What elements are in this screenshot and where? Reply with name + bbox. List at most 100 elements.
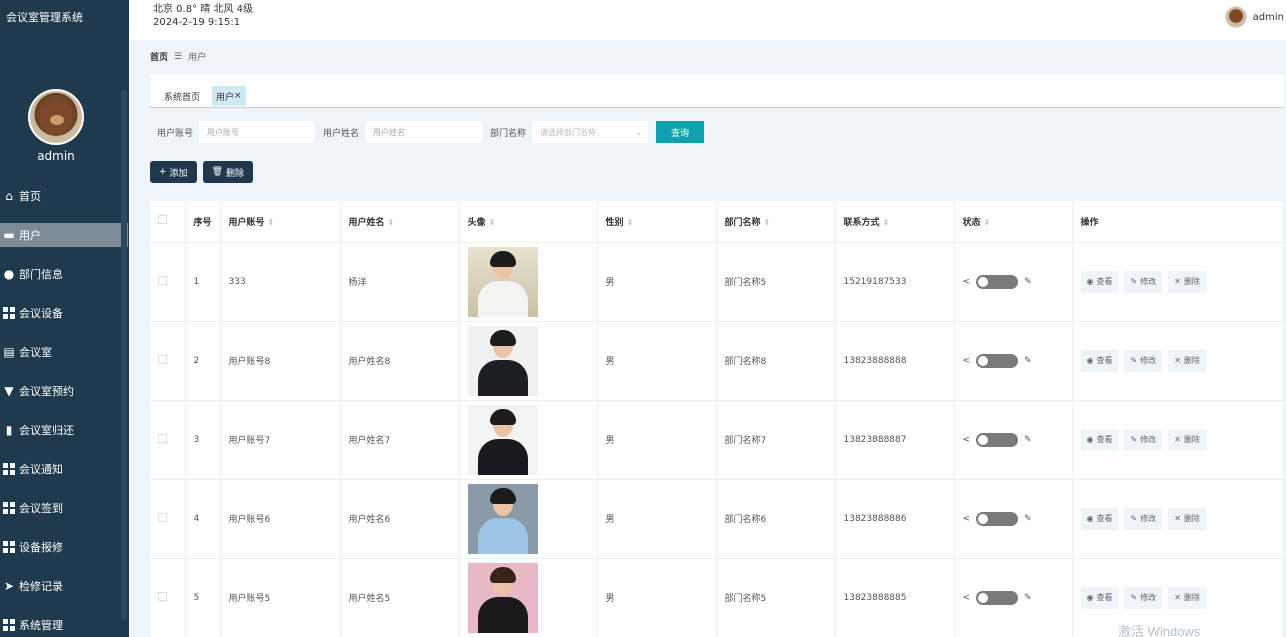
edit-icon[interactable]: ✎ xyxy=(1024,435,1032,445)
sidebar-item-department[interactable]: ● 部门信息 xyxy=(0,254,128,293)
edit-icon[interactable]: ✎ xyxy=(1024,593,1032,603)
delete-row-button[interactable]: ✕ 删除 xyxy=(1168,270,1206,293)
col-avatar[interactable]: 头像 ⇕ xyxy=(459,201,598,243)
user-menu[interactable]: admin xyxy=(1224,6,1284,28)
signpost-icon: ▼ xyxy=(4,383,14,398)
view-button[interactable]: ◉ 查看 xyxy=(1080,428,1119,451)
view-button[interactable]: ◉ 查看 xyxy=(1080,507,1119,530)
tab-home[interactable]: 系统首页 xyxy=(160,86,204,106)
col-status[interactable]: 状态 ⇕ xyxy=(954,201,1073,243)
edit-button[interactable]: ✎ 修改 xyxy=(1124,270,1163,293)
bar-chart-icon: ▮ xyxy=(5,422,13,437)
sort-icon[interactable]: ⇕ xyxy=(268,218,275,227)
avatar[interactable] xyxy=(28,89,84,145)
edit-icon[interactable]: ✎ xyxy=(1024,356,1032,366)
sort-icon[interactable]: ⇕ xyxy=(883,218,890,227)
grid-icon xyxy=(2,306,16,320)
grid-icon xyxy=(2,462,16,476)
sidebar-item-users[interactable]: ▬ 用户 xyxy=(0,223,128,247)
sidebar-item-reservation[interactable]: ▼ 会议室预约 xyxy=(0,371,128,410)
sidebar-item-meeting-equipment[interactable]: 会议设备 xyxy=(0,293,128,332)
delete-button[interactable]: 🗑 删除 xyxy=(202,161,254,183)
edit-icon: ✎ xyxy=(1130,277,1138,286)
sidebar-item-meeting-room[interactable]: ▤ 会议室 xyxy=(0,332,128,371)
delete-row-button[interactable]: ✕ 删除 xyxy=(1168,428,1206,451)
row-checkbox[interactable] xyxy=(158,512,167,522)
close-icon: ✕ xyxy=(1174,356,1181,365)
name-input[interactable]: 用户姓名 xyxy=(365,121,484,143)
user-photo[interactable] xyxy=(467,404,538,475)
tab-users[interactable]: 用户 × xyxy=(212,86,246,106)
sort-icon[interactable]: ⇕ xyxy=(764,218,771,227)
search-form: 用户账号 用户账号 用户姓名 用户姓名 部门名称 请选择部门名称 ⌄ 查询 xyxy=(150,114,1284,150)
row-checkbox[interactable] xyxy=(158,591,167,601)
row-checkbox[interactable] xyxy=(158,433,167,443)
status-toggle[interactable] xyxy=(976,590,1019,605)
edit-icon[interactable]: ✎ xyxy=(1024,514,1032,524)
col-gender[interactable]: 性别 ⇕ xyxy=(597,201,717,243)
send-icon: ➤ xyxy=(3,578,15,593)
edit-button[interactable]: ✎ 修改 xyxy=(1124,586,1163,609)
table-row: 2 用户账号8 用户姓名8 男 部门名称8 13823888888 < ✎ ◉ 查看… xyxy=(150,321,1284,401)
share-icon[interactable]: < xyxy=(963,356,971,366)
col-phone[interactable]: 联系方式 ⇕ xyxy=(835,201,955,243)
close-icon[interactable]: × xyxy=(234,91,242,101)
share-icon[interactable]: < xyxy=(963,514,971,524)
user-photo[interactable] xyxy=(467,325,538,396)
col-ops: 操作 xyxy=(1072,201,1284,243)
sidebar-scrollbar[interactable] xyxy=(121,90,127,620)
dept-select[interactable]: 请选择部门名称 ⌄ xyxy=(532,121,649,143)
view-button[interactable]: ◉ 查看 xyxy=(1080,349,1119,372)
share-icon[interactable]: < xyxy=(963,277,971,287)
view-button[interactable]: ◉ 查看 xyxy=(1080,586,1119,609)
col-account[interactable]: 用户账号 ⇕ xyxy=(220,201,341,243)
breadcrumb-home[interactable]: 首页 xyxy=(150,50,168,63)
sidebar-item-system[interactable]: 系统管理 xyxy=(0,605,128,637)
query-button[interactable]: 查询 xyxy=(656,121,705,143)
col-dept[interactable]: 部门名称 ⇕ xyxy=(716,201,836,243)
datetime: 2024-2-19 9:15:1 xyxy=(153,17,241,28)
sidebar-item-repair[interactable]: 设备报修 xyxy=(0,527,128,566)
status-toggle[interactable] xyxy=(976,432,1019,447)
col-name[interactable]: 用户姓名 ⇕ xyxy=(340,201,460,243)
sidebar-item-maintenance[interactable]: ➤ 检修记录 xyxy=(0,566,128,605)
status-toggle[interactable] xyxy=(976,511,1019,526)
grid-icon xyxy=(2,540,16,554)
user-photo[interactable] xyxy=(467,483,538,554)
sort-icon[interactable]: ⇕ xyxy=(489,218,496,227)
add-button[interactable]: + 添加 xyxy=(150,161,197,183)
col-no: 序号 xyxy=(185,201,221,243)
user-avatar[interactable] xyxy=(1224,6,1247,28)
row-checkbox[interactable] xyxy=(158,354,167,364)
sidebar-item-checkin[interactable]: 会议签到 xyxy=(0,488,128,527)
sidebar-item-notice[interactable]: 会议通知 xyxy=(0,449,128,488)
delete-row-button[interactable]: ✕ 删除 xyxy=(1168,349,1206,372)
sort-icon[interactable]: ⇕ xyxy=(984,218,991,227)
action-bar: + 添加 🗑 删除 xyxy=(150,161,254,183)
sidebar-item-return[interactable]: ▮ 会议室归还 xyxy=(0,410,128,449)
status-toggle[interactable] xyxy=(976,353,1019,368)
delete-row-button[interactable]: ✕ 删除 xyxy=(1168,507,1206,530)
edit-button[interactable]: ✎ 修改 xyxy=(1124,349,1163,372)
edit-icon[interactable]: ✎ xyxy=(1024,277,1032,287)
account-input[interactable]: 用户账号 xyxy=(199,121,316,143)
delete-row-button[interactable]: ✕ 删除 xyxy=(1168,586,1206,609)
edit-icon: ✎ xyxy=(1130,356,1138,365)
sort-icon[interactable]: ⇕ xyxy=(388,218,395,227)
user-photo[interactable] xyxy=(467,246,538,317)
top-username[interactable]: admin xyxy=(1253,12,1284,23)
grid-icon xyxy=(2,501,16,515)
share-icon[interactable]: < xyxy=(963,593,971,603)
share-icon[interactable]: < xyxy=(963,435,971,445)
edit-button[interactable]: ✎ 修改 xyxy=(1124,507,1163,530)
row-checkbox[interactable] xyxy=(158,275,167,285)
user-photo[interactable] xyxy=(467,562,538,633)
status-toggle[interactable] xyxy=(976,274,1019,289)
select-all-checkbox[interactable] xyxy=(158,215,167,225)
edit-icon: ✎ xyxy=(1130,514,1138,523)
close-icon: ✕ xyxy=(1174,593,1181,602)
sidebar-item-home[interactable]: ⌂ 首页 xyxy=(0,176,128,215)
sort-icon[interactable]: ⇕ xyxy=(627,218,634,227)
view-button[interactable]: ◉ 查看 xyxy=(1080,270,1119,293)
edit-button[interactable]: ✎ 修改 xyxy=(1124,428,1163,451)
